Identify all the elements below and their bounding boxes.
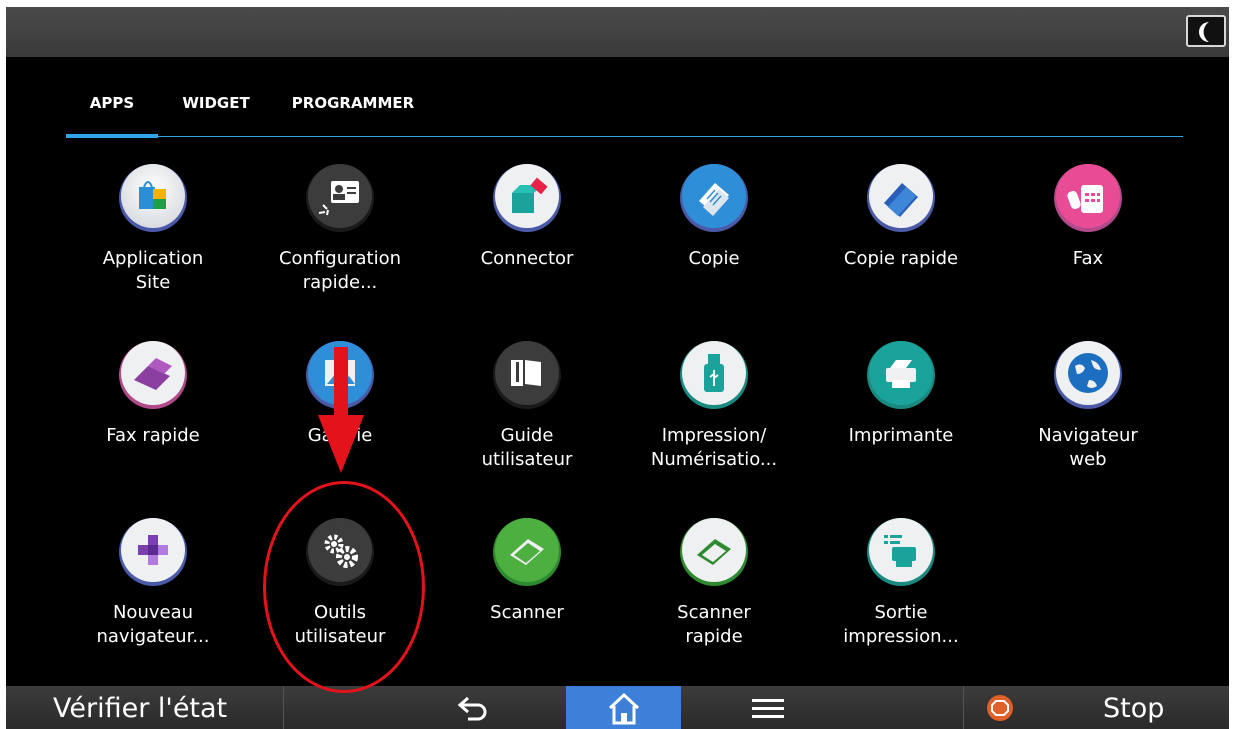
app-copie-rapide[interactable]: Copie rapide xyxy=(813,163,989,323)
check-status-button[interactable]: Vérifier l'état xyxy=(6,686,284,729)
app-label: Navigateur web xyxy=(1038,425,1138,470)
app-guide-utilisateur[interactable]: Guide utilisateur xyxy=(439,340,615,500)
quick-fax-icon xyxy=(118,340,188,410)
globe-icon xyxy=(1053,340,1123,410)
id-card-icon xyxy=(305,163,375,233)
book-icon xyxy=(492,340,562,410)
app-application-site[interactable]: Application Site xyxy=(65,163,241,323)
app-label: Nouveau navigateur... xyxy=(96,602,210,647)
app-label: Scanner rapide xyxy=(677,602,751,647)
app-navigateur-web[interactable]: Navigateur web xyxy=(1000,340,1176,500)
connector-icon xyxy=(492,163,562,233)
tab-widget[interactable]: WIDGET xyxy=(176,92,256,138)
app-label: Connector xyxy=(480,248,574,269)
fax-icon xyxy=(1053,163,1123,233)
app-scanner-rapide[interactable]: Scanner rapide xyxy=(626,517,802,677)
stop-button[interactable]: Stop xyxy=(1103,686,1164,729)
app-copie[interactable]: Copie xyxy=(626,163,802,323)
usb-icon xyxy=(679,340,749,410)
app-fax-rapide[interactable]: Fax rapide xyxy=(65,340,241,500)
divider xyxy=(963,686,964,729)
app-label: Configuration rapide... xyxy=(278,248,402,293)
app-label: Sortie impression... xyxy=(843,602,959,647)
app-label: Application Site xyxy=(102,248,204,293)
app-scanner[interactable]: Scanner xyxy=(439,517,615,677)
app-sortie-impression[interactable]: Sortie impression... xyxy=(813,517,989,677)
menu-button[interactable] xyxy=(752,698,784,724)
tab-apps[interactable]: APPS xyxy=(66,92,158,138)
app-label: Guide utilisateur xyxy=(481,425,573,470)
new-browser-icon xyxy=(118,517,188,587)
sleep-button[interactable] xyxy=(1186,15,1226,47)
app-configuration-rapide[interactable]: Configuration rapide... xyxy=(252,163,428,323)
shopping-bag-icon xyxy=(118,163,188,233)
app-label: Impression/ Numérisatio... xyxy=(650,425,778,470)
stop-icon[interactable] xyxy=(987,695,1013,721)
app-label: Copie rapide xyxy=(843,248,959,269)
back-arrow-icon xyxy=(457,696,487,721)
app-label: Imprimante xyxy=(848,425,954,446)
app-label: Copie xyxy=(688,248,740,269)
annotation-circle xyxy=(263,481,425,693)
quick-copy-icon xyxy=(866,163,936,233)
scanner-icon xyxy=(492,517,562,587)
app-imprimante[interactable]: Imprimante xyxy=(813,340,989,500)
app-label: Fax xyxy=(1072,248,1104,269)
app-nouveau-navigateur[interactable]: Nouveau navigateur... xyxy=(65,517,241,677)
printer-icon xyxy=(866,340,936,410)
tab-divider xyxy=(66,136,1183,137)
app-label: Fax rapide xyxy=(106,425,200,446)
print-output-icon xyxy=(866,517,936,587)
app-fax[interactable]: Fax xyxy=(1000,163,1176,323)
bottom-bar: Vérifier l'état Stop xyxy=(6,686,1229,729)
tab-programmer[interactable]: PROGRAMMER xyxy=(288,92,418,138)
app-label: Scanner xyxy=(490,602,564,623)
moon-icon xyxy=(1199,22,1209,42)
home-button[interactable] xyxy=(566,686,681,729)
copy-icon xyxy=(679,163,749,233)
home-icon xyxy=(608,692,640,725)
quick-scanner-icon xyxy=(679,517,749,587)
app-connector[interactable]: Connector xyxy=(439,163,615,323)
menu-icon xyxy=(752,699,784,718)
annotation-arrow xyxy=(318,347,364,473)
app-impression-numerisation[interactable]: Impression/ Numérisatio... xyxy=(626,340,802,500)
back-button[interactable] xyxy=(454,694,494,726)
top-bar xyxy=(6,7,1229,57)
printer-panel-screen: APPS WIDGET PROGRAMMER Application Site … xyxy=(6,7,1229,729)
